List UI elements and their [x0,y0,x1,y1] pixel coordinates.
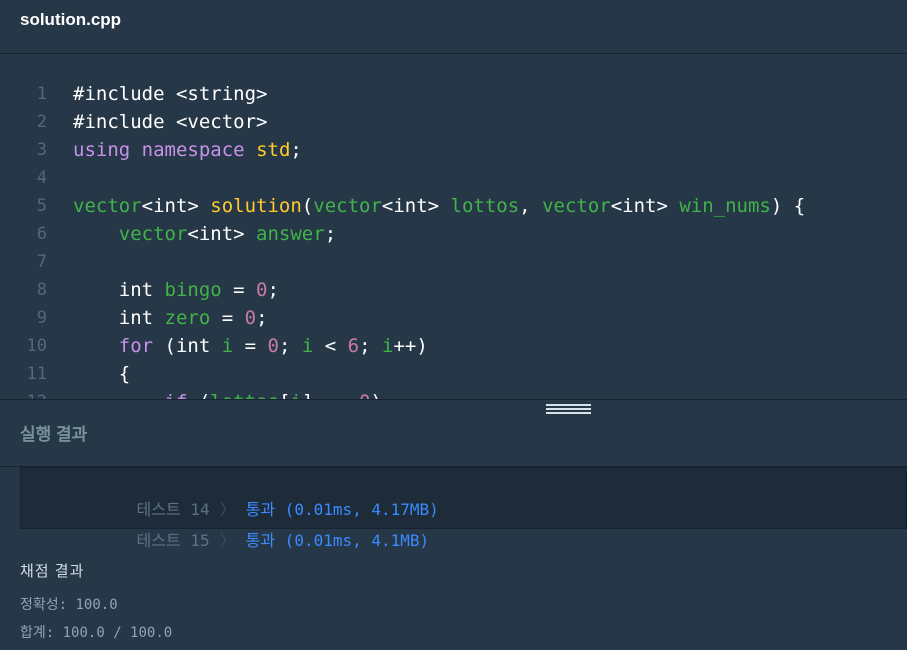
code-text: vector<int> solution(vector<int> lottos,… [73,192,805,220]
code-token: { [73,363,131,385]
code-token: zero [164,307,211,329]
code-token: ; [267,279,279,301]
test-result-row: 테스트 14 〉 통과 (0.01ms, 4.17MB) [98,468,439,519]
code-token: ( [301,195,314,217]
line-number: 2 [36,112,47,132]
code-token: answer [256,223,325,245]
line-number: 7 [36,252,47,272]
resize-handle-icon[interactable] [546,404,591,418]
code-token: i [301,335,314,357]
line-number: 1 [36,84,47,104]
code-token: for [118,335,154,357]
test-status: 통과 (0.01ms, 4.1MB) [245,531,430,550]
code-token: <int> [141,195,211,217]
code-token: < [313,335,348,357]
code-token: 0 [359,391,370,399]
code-token: = [221,279,257,301]
code-token: ) [371,391,382,399]
code-token: vector [542,195,611,217]
code-token: ] == [302,391,359,399]
code-token: 0 [256,279,268,301]
code-token: ) { [770,195,806,217]
test-label: 테스트 15 [136,531,210,550]
code-token: ; [278,335,302,357]
code-token: <int> [610,195,680,217]
chevron-right-icon: 〉 [219,531,236,550]
code-token: std [256,139,291,161]
code-text: int zero = 0; [73,304,268,332]
code-token: ; [359,335,382,357]
code-text: #include <vector> [73,108,267,136]
code-text: if (lottos[i] == 0) [73,388,382,399]
code-token: i [290,391,301,399]
line-number: 3 [36,140,47,160]
accuracy-score: 정확성: 100.0 [20,597,118,613]
grading-title: 채점 결과 [20,563,85,580]
code-token: (int [153,335,222,357]
code-token: = [210,307,245,329]
code-token: ; [324,223,337,245]
line-number: 4 [36,168,47,188]
code-text: for (int i = 0; i < 6; i++) [73,332,428,360]
line-number: 6 [36,224,47,244]
code-token: ; [256,307,268,329]
code-token: ++) [393,335,428,357]
code-editor[interactable]: 1 #include <string> 2 #include <vector> 3 usi… [0,55,907,399]
code-token: namespace [141,139,245,161]
total-score: 합계: 100.0 / 100.0 [20,625,173,641]
code-token: #include <vector> [73,111,268,133]
code-token: <int> [381,195,451,217]
result-title: 실행 결과 [20,425,88,444]
code-token: <int> [187,223,257,245]
code-token: vector [313,195,382,217]
code-text: vector<int> answer; [73,220,336,248]
code-text: { [73,360,130,388]
code-token: int [73,307,165,329]
line-number: 9 [36,308,47,328]
code-token: [ [279,391,290,399]
code-token: lottos [450,195,520,217]
code-token: #include <string> [73,83,268,105]
code-token: = [233,335,268,357]
code-token: , [519,195,543,217]
code-token: 0 [244,307,257,329]
code-token: if [165,391,188,399]
code-token: 6 [347,335,360,357]
code-text: #include <string> [73,80,267,108]
code-token: win_nums [679,195,771,217]
test-result-row: 테스트 15 〉 통과 (0.01ms, 4.1MB) [98,499,430,550]
code-token: using [73,139,131,161]
line-number: 10 [26,336,47,356]
line-number: 12 [0,388,47,399]
code-token: ; [290,139,302,161]
code-token: i [221,335,234,357]
editor-header: solution.cpp [0,0,907,54]
code-token: i [381,335,394,357]
code-token: ( [187,391,210,399]
code-token: vector [118,223,188,245]
test-results-list[interactable]: 테스트 14 〉 통과 (0.01ms, 4.17MB) 테스트 15 〉 통과 (0.… [20,467,907,550]
line-number: 5 [36,196,47,216]
file-name: solution.cpp [20,10,122,29]
code-token: vector [73,195,142,217]
line-number: 11 [26,364,47,384]
code-token: 0 [267,335,279,357]
code-token: solution [210,195,302,217]
panel-divider [0,399,907,400]
code-token: lottos [210,391,279,399]
code-text: using namespace std; [73,136,302,164]
code-text: int bingo = 0; [73,276,279,304]
line-number: 8 [36,280,47,300]
code-token: bingo [164,279,222,301]
code-token: int [73,279,165,301]
